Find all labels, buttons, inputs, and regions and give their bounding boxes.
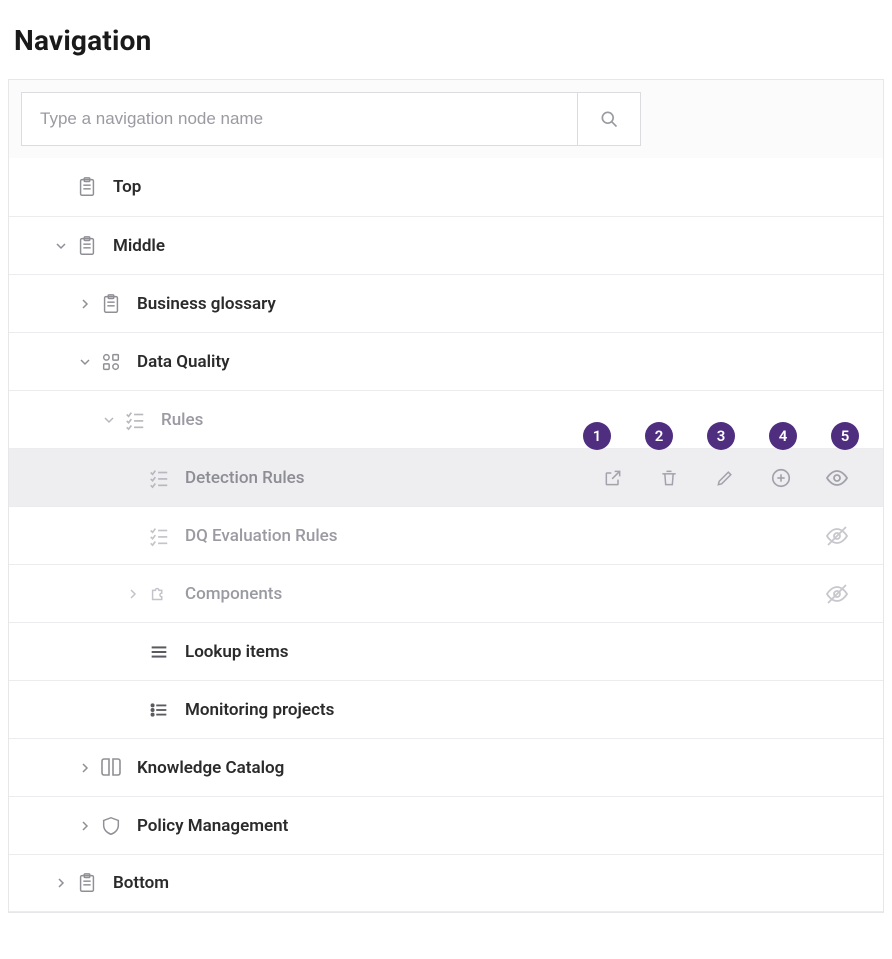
tree-node-bottom[interactable]: Bottom — [9, 854, 883, 912]
tree-node-knowledge-catalog[interactable]: Knowledge Catalog — [9, 738, 883, 796]
tree-node-label: Business glossary — [137, 294, 276, 314]
puzzle-icon — [145, 580, 173, 608]
tree-node-label: DQ Evaluation Rules — [185, 526, 338, 546]
callout-badge: 1 — [583, 422, 611, 450]
eye-off-icon[interactable] — [825, 524, 849, 548]
row-actions — [825, 582, 883, 606]
callout-badge: 4 — [769, 422, 797, 450]
add-icon[interactable] — [769, 466, 793, 490]
tree-node-label: Top — [113, 177, 141, 197]
data-quality-icon — [97, 348, 125, 376]
shield-icon — [97, 812, 125, 840]
tree-node-label: Data Quality — [137, 352, 230, 372]
tree-node-policy-management[interactable]: Policy Management — [9, 796, 883, 854]
tree-node-label: Lookup items — [185, 642, 288, 662]
tree-node-components[interactable]: Components — [9, 564, 883, 622]
clipboard-icon — [73, 173, 101, 201]
callout-badge: 2 — [645, 422, 673, 450]
tree-node-top[interactable]: Top — [9, 158, 883, 216]
row-actions — [601, 466, 883, 490]
clipboard-icon — [73, 869, 101, 897]
tree-node-business-glossary[interactable]: Business glossary — [9, 274, 883, 332]
chevron-down-icon[interactable] — [97, 408, 121, 432]
tree-node-label: Components — [185, 584, 282, 604]
clipboard-icon — [73, 232, 101, 260]
trash-icon[interactable] — [657, 466, 681, 490]
chevron-right-icon[interactable] — [49, 871, 73, 895]
chevron-right-icon[interactable] — [73, 292, 97, 316]
page-title: Navigation — [0, 0, 892, 79]
search-input[interactable] — [21, 92, 577, 146]
tree-node-label: Middle — [113, 236, 165, 256]
tree-node-label: Monitoring projects — [185, 700, 334, 720]
tree-node-label: Rules — [161, 410, 203, 430]
navigation-tree: Top Middle — [9, 158, 883, 912]
row-actions — [825, 524, 883, 548]
eye-off-icon[interactable] — [825, 582, 849, 606]
tree-node-data-quality[interactable]: Data Quality — [9, 332, 883, 390]
search-row — [9, 80, 883, 158]
tree-node-detection-rules[interactable]: 1 2 3 4 5 Detection Rules — [9, 448, 883, 506]
tree-node-monitoring-projects[interactable]: Monitoring projects — [9, 680, 883, 738]
checklist-icon — [121, 406, 149, 434]
chevron-right-icon[interactable] — [73, 814, 97, 838]
tree-node-label: Detection Rules — [185, 468, 305, 488]
checklist-icon — [145, 464, 173, 492]
book-icon — [97, 754, 125, 782]
search-icon — [599, 109, 619, 129]
search-button[interactable] — [577, 92, 641, 146]
menu-icon — [145, 638, 173, 666]
callout-badge: 3 — [707, 422, 735, 450]
tree-node-label: Policy Management — [137, 816, 288, 836]
callout-badge: 5 — [831, 422, 859, 450]
eye-icon[interactable] — [825, 466, 849, 490]
callout-badges: 1 2 3 4 5 — [583, 422, 859, 450]
clipboard-icon — [97, 290, 125, 318]
navigation-panel: Top Middle — [8, 79, 884, 913]
checklist-icon — [145, 522, 173, 550]
tree-node-dq-evaluation-rules[interactable]: DQ Evaluation Rules — [9, 506, 883, 564]
tree-node-label: Bottom — [113, 873, 169, 893]
list-icon — [145, 696, 173, 724]
chevron-down-icon[interactable] — [73, 350, 97, 374]
chevron-down-icon[interactable] — [49, 234, 73, 258]
chevron-right-icon[interactable] — [73, 756, 97, 780]
edit-icon[interactable] — [713, 466, 737, 490]
open-external-icon[interactable] — [601, 466, 625, 490]
tree-node-lookup-items[interactable]: Lookup items — [9, 622, 883, 680]
tree-node-label: Knowledge Catalog — [137, 758, 284, 778]
tree-node-middle[interactable]: Middle — [9, 216, 883, 274]
chevron-right-icon[interactable] — [121, 582, 145, 606]
